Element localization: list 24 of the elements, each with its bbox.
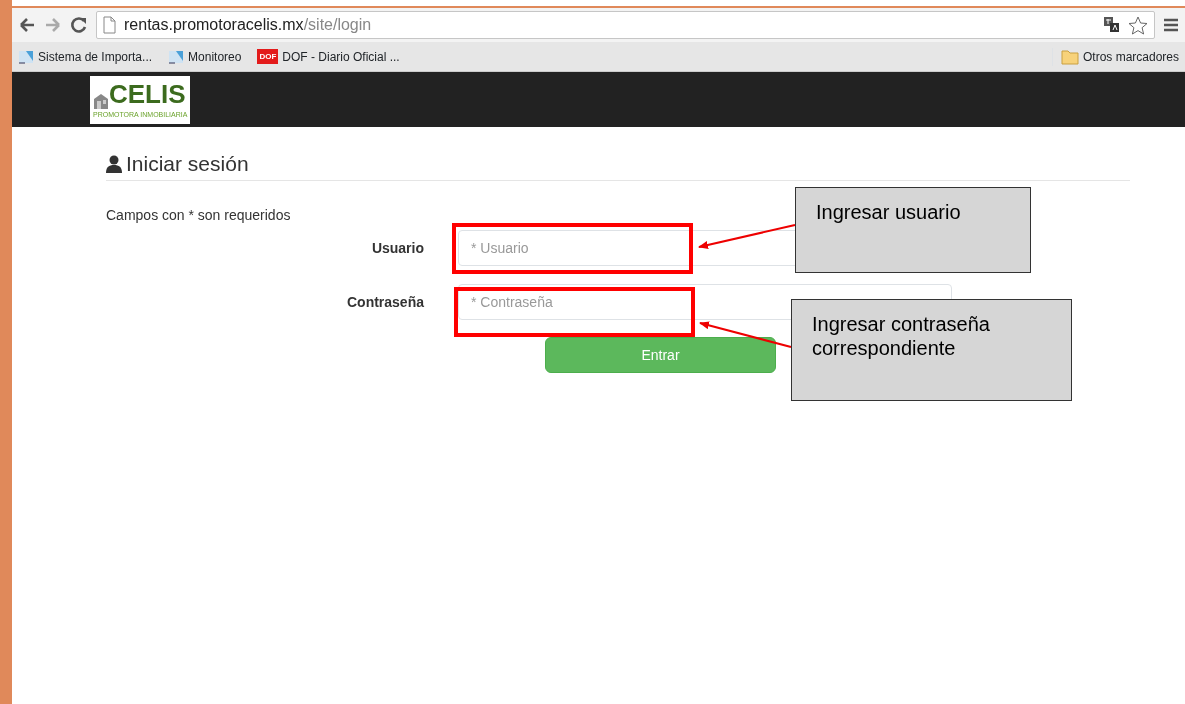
- field-label: Usuario: [370, 238, 424, 258]
- address-bar[interactable]: rentas.promotoracelis.mx/site/login: [96, 11, 1155, 39]
- bookmark-link[interactable]: DOF DOF - Diario Oficial ...: [257, 47, 400, 66]
- required-note: Campos con * son requeridos: [106, 206, 291, 226]
- annotation-tooltip: Ingresar contraseña correspondiente: [791, 299, 1072, 401]
- bookmark-icon: [18, 48, 34, 65]
- back-icon[interactable]: [18, 16, 36, 34]
- annotation-tooltip: Ingresar usuario: [795, 187, 1031, 273]
- reload-icon[interactable]: [70, 16, 88, 34]
- page-title: Iniciar sesión: [126, 151, 249, 177]
- bookmark-link[interactable]: Monitoreo: [168, 47, 242, 66]
- folder-icon: [1060, 48, 1079, 65]
- translate-icon[interactable]: [1104, 17, 1120, 33]
- url-text: rentas.promotoracelis.mx/site/login: [124, 15, 373, 35]
- menu-icon[interactable]: [1163, 17, 1179, 33]
- user-icon: [106, 154, 122, 173]
- bookmark-icon: [168, 48, 185, 65]
- star-icon[interactable]: [1128, 15, 1148, 35]
- bookmarks-folder[interactable]: Otros marcadores: [1051, 47, 1179, 66]
- field-label: Contraseña: [345, 292, 424, 312]
- bookmark-link[interactable]: Sistema de Importa...: [18, 47, 153, 66]
- bookmark-icon: DOF: [257, 49, 279, 64]
- page-icon: [103, 16, 116, 34]
- logo-name: CELIS: [109, 77, 186, 110]
